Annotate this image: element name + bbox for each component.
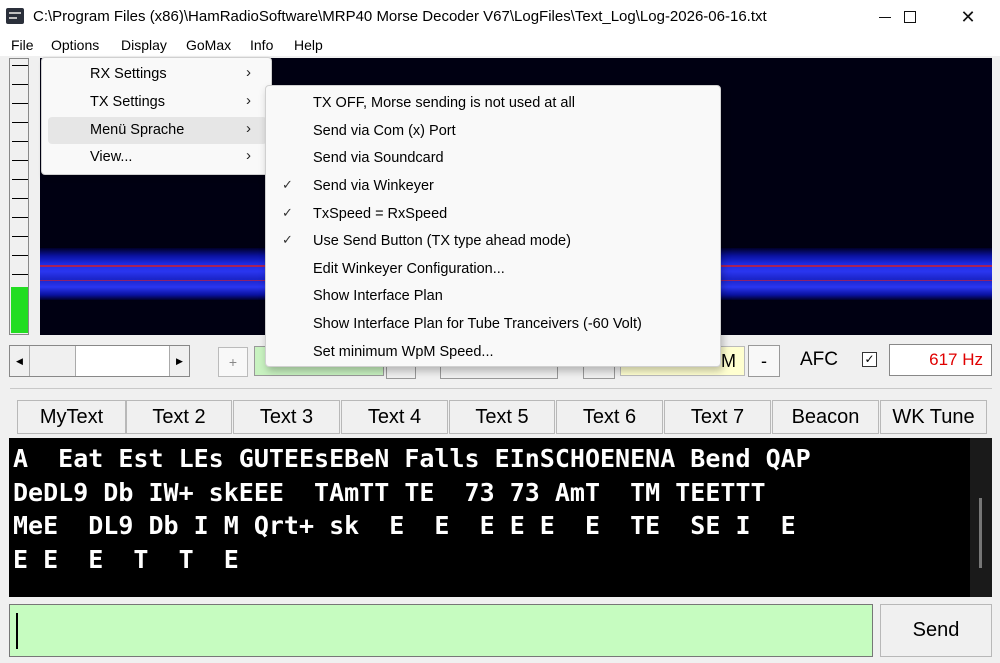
menu-item-interface-plan[interactable]: Show Interface Plan [272,282,716,309]
window-title: C:\Program Files (x86)\HamRadioSoftware\… [33,8,767,25]
menu-item-label: Send via Soundcard [313,150,444,166]
macro-text4-button[interactable]: Text 4 [341,400,448,434]
menu-gomax[interactable]: GoMax [186,37,231,53]
maximize-icon [904,11,916,23]
chevron-right-icon: › [246,64,251,81]
level-tick [12,84,28,85]
frequency-display: 617 Hz [889,344,992,376]
menu-file[interactable]: File [11,37,34,53]
scroll-thumb[interactable] [979,498,982,568]
macro-mytext-button[interactable]: MyText [17,400,126,434]
macro-text2-button[interactable]: Text 2 [126,400,232,434]
maximize-button[interactable] [887,0,933,34]
title-bar: C:\Program Files (x86)\HamRadioSoftware\… [0,0,1000,34]
app-window: C:\Program Files (x86)\HamRadioSoftware\… [0,0,1000,663]
decoded-line: E E E T T E [13,544,239,574]
menu-item-edit-winkeyer[interactable]: Edit Winkeyer Configuration... [272,255,716,282]
horizontal-scrollbar[interactable]: ◀ ▶ [9,345,190,377]
menu-item-label: RX Settings [90,66,167,82]
check-icon: ✓ [282,205,293,220]
menu-display[interactable]: Display [121,37,167,53]
menu-item-tx-settings[interactable]: TX Settings › [48,89,267,116]
level-tick [12,217,28,218]
chevron-right-icon: › [246,147,251,164]
options-menu: RX Settings › TX Settings › Menü Sprache… [41,57,272,175]
close-icon: ✕ [960,6,976,27]
menu-item-send-soundcard[interactable]: Send via Soundcard [272,144,716,171]
signal-level-meter [9,58,29,335]
menu-item-label: Send via Com (x) Port [313,123,456,139]
scroll-right-icon[interactable]: ▶ [169,346,189,376]
minus-button[interactable]: - [748,345,780,377]
chevron-right-icon: › [246,120,251,137]
send-button[interactable]: Send [880,604,992,657]
macro-text7-button[interactable]: Text 7 [664,400,771,434]
level-tick [12,122,28,123]
menu-item-tx-off[interactable]: TX OFF, Morse sending is not used at all [272,89,716,116]
text-cursor [16,613,18,649]
decoded-line: DeDL9 Db IW+ skEEE TAmTT TE 73 73 AmT TM… [13,477,766,507]
divider [10,388,992,389]
menu-item-label: Edit Winkeyer Configuration... [313,261,505,277]
menu-item-label: Show Interface Plan for Tube Tranceivers… [313,316,642,332]
level-tick [12,160,28,161]
check-icon: ✓ [282,232,293,247]
menu-item-label: TX Settings [90,94,165,110]
menu-item-txspeed-rxspeed[interactable]: ✓ TxSpeed = RxSpeed [272,200,716,227]
menu-item-send-winkeyer[interactable]: ✓ Send via Winkeyer [272,172,716,199]
menu-item-use-send-button[interactable]: ✓ Use Send Button (TX type ahead mode) [272,227,716,254]
afc-checkbox[interactable]: ✓ [862,352,877,367]
macro-beacon-button[interactable]: Beacon [772,400,879,434]
macro-text6-button[interactable]: Text 6 [556,400,663,434]
close-button[interactable]: ✕ [945,0,991,34]
decoded-line: MeE DL9 Db I M Qrt+ sk E E E E E E TE SE… [13,511,796,540]
menu-bar: File Options Display GoMax Info Help [0,34,1000,56]
level-tick [12,65,28,66]
menu-item-label: TxSpeed = RxSpeed [313,206,448,222]
decoded-line: A Eat Est LEs GUTEEsEBeN Falls EInSCHOEN… [13,444,811,473]
vertical-scrollbar[interactable] [970,438,992,597]
level-tick [12,255,28,256]
app-icon [6,8,24,24]
macro-text3-button[interactable]: Text 3 [233,400,340,434]
menu-item-label: Send via Winkeyer [313,178,434,194]
afc-label: AFC [800,349,838,370]
menu-item-label: Use Send Button (TX type ahead mode) [313,233,571,249]
menu-help[interactable]: Help [294,37,323,53]
transmit-input[interactable] [9,604,873,657]
menu-item-label: TX OFF, Morse sending is not used at all [313,95,575,111]
level-tick [12,141,28,142]
level-tick [12,198,28,199]
menu-item-rx-settings[interactable]: RX Settings › [48,61,267,88]
menu-item-menu-sprache[interactable]: Menü Sprache › [48,117,267,144]
menu-item-send-com-port[interactable]: Send via Com (x) Port [272,117,716,144]
menu-item-label: Menü Sprache [90,122,185,138]
menu-info[interactable]: Info [250,37,273,53]
scroll-thumb[interactable] [30,346,76,376]
decoded-text-area[interactable]: A Eat Est LEs GUTEEsEBeN Falls EInSCHOEN… [9,438,992,597]
menu-options[interactable]: Options [51,37,99,53]
plus-button[interactable]: + [218,347,248,377]
level-tick [12,103,28,104]
level-tick [12,179,28,180]
chevron-right-icon: › [246,92,251,109]
menu-item-label: Set minimum WpM Speed... [313,344,494,360]
level-tick [12,236,28,237]
level-fill [11,287,28,333]
check-icon: ✓ [282,177,293,192]
menu-item-view[interactable]: View... › [48,144,267,171]
decoded-text: A Eat Est LEs GUTEEsEBeN Falls EInSCHOEN… [13,444,963,578]
tx-settings-submenu: TX OFF, Morse sending is not used at all… [265,85,721,367]
macro-text5-button[interactable]: Text 5 [449,400,555,434]
menu-item-interface-plan-tube[interactable]: Show Interface Plan for Tube Tranceivers… [272,310,716,337]
menu-item-label: Show Interface Plan [313,288,443,304]
macro-wktune-button[interactable]: WK Tune [880,400,987,434]
scroll-left-icon[interactable]: ◀ [10,346,30,376]
macro-button-row: MyText Text 2 Text 3 Text 4 Text 5 Text … [0,400,1000,436]
menu-item-min-wpm[interactable]: Set minimum WpM Speed... [272,338,716,365]
menu-item-label: View... [90,149,133,165]
level-tick [12,274,28,275]
